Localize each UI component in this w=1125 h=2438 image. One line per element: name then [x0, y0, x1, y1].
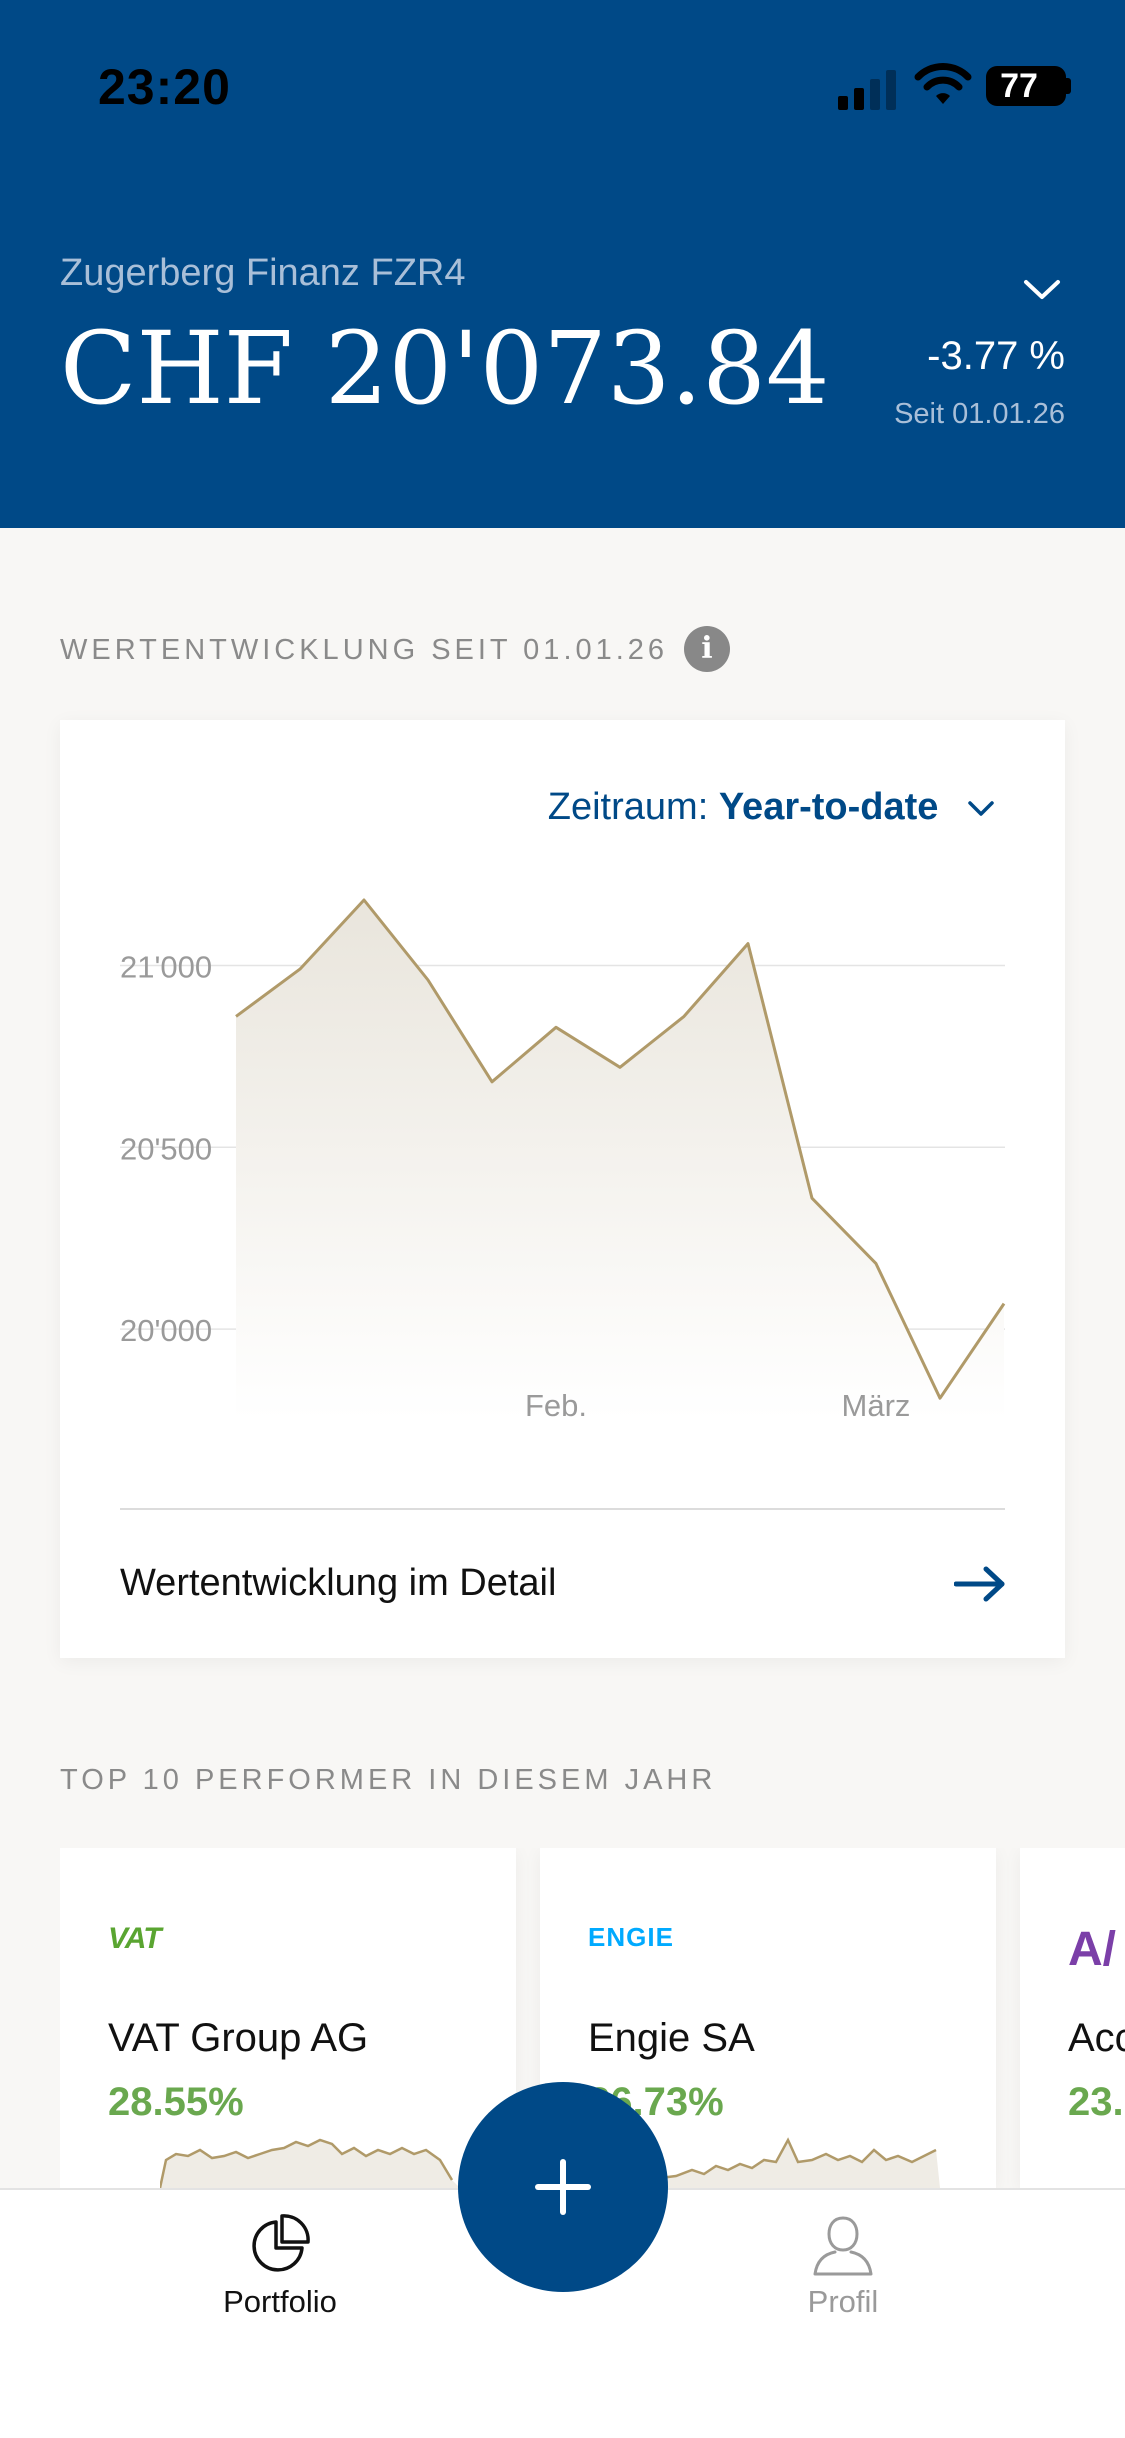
- y-tick-label: 20'000: [120, 1313, 212, 1348]
- performance-detail-link[interactable]: Wertentwicklung im Detail: [120, 1562, 556, 1605]
- performer-card[interactable]: VAT VAT Group AG 28.55%: [60, 1848, 516, 2188]
- performance-since: Seit 01.01.26: [894, 398, 1065, 430]
- performer-sparkline: [160, 2138, 460, 2188]
- pie-chart-icon: [252, 2214, 310, 2272]
- performer-name: Acc: [1068, 2016, 1125, 2060]
- performer-percentage: 28.55%: [108, 2080, 244, 2124]
- performer-name: VAT Group AG: [108, 2016, 369, 2060]
- wifi-icon: [914, 63, 972, 104]
- info-icon[interactable]: i: [684, 626, 730, 672]
- status-time: 23:20: [98, 59, 231, 115]
- accenture-logo: A/: [1068, 1923, 1116, 1976]
- performance-value: -3.77 %: [927, 334, 1065, 378]
- chart-area: [236, 900, 1004, 1420]
- battery-level: 77: [1000, 67, 1038, 105]
- account-balance: CHF 20'073.84: [60, 310, 830, 427]
- divider: [120, 1508, 1005, 1510]
- chevron-down-icon[interactable]: [1022, 278, 1062, 302]
- arrow-right-icon[interactable]: [954, 1566, 1006, 1602]
- vat-logo: VAT: [108, 1922, 162, 1955]
- performer-card[interactable]: A/ Acc 23.1: [1020, 1848, 1125, 2188]
- cellular-signal-icon: [838, 70, 896, 110]
- engie-logo: ENGIE: [588, 1922, 674, 1952]
- tab-portfolio-label: Portfolio: [223, 2284, 337, 2319]
- y-tick-label: 21'000: [120, 949, 212, 984]
- performer-percentage: 23.1: [1068, 2080, 1125, 2124]
- performer-name: Engie SA: [588, 2016, 755, 2060]
- performance-section-title: WERTENTWICKLUNG SEIT 01.01.26: [60, 634, 669, 666]
- add-button[interactable]: [458, 2082, 668, 2292]
- top-performers-title: TOP 10 PERFORMER IN DIESEM JAHR: [60, 1764, 717, 1796]
- account-name[interactable]: Zugerberg Finanz FZR4: [60, 252, 466, 295]
- plus-icon: [535, 2159, 591, 2215]
- tab-profile[interactable]: Profil: [743, 2212, 943, 2320]
- y-tick-label: 20'500: [120, 1131, 212, 1166]
- performer-sparkline: [640, 2137, 940, 2188]
- x-tick-label: Feb.: [525, 1388, 587, 1423]
- battery-cap: [1066, 78, 1071, 94]
- tab-profile-label: Profil: [807, 2284, 879, 2319]
- user-icon: [813, 2216, 873, 2276]
- tab-portfolio[interactable]: Portfolio: [180, 2212, 380, 2320]
- performance-chart-card: Zeitraum: Year-to-date 21'000 20'500 20'00…: [60, 720, 1065, 1658]
- x-tick-label: März: [842, 1388, 911, 1423]
- performance-chart[interactable]: 21'000 20'500 20'000 Feb. März: [60, 720, 1065, 1440]
- header: 23:20 77 Zugerberg Finanz FZR4 CHF 20'07…: [0, 0, 1125, 528]
